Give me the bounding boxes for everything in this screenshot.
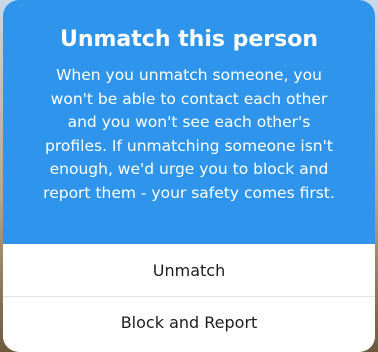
dialog-header: Unmatch this person When you unmatch som… [3, 0, 375, 244]
dialog-message: When you unmatch someone, you won't be a… [43, 66, 335, 202]
block-and-report-button[interactable]: Block and Report [3, 300, 375, 346]
unmatch-dialog: Unmatch this person When you unmatch som… [3, 0, 375, 352]
unmatch-button[interactable]: Unmatch [3, 248, 375, 294]
divider [3, 296, 375, 297]
dialog-title: Unmatch this person [59, 27, 319, 52]
